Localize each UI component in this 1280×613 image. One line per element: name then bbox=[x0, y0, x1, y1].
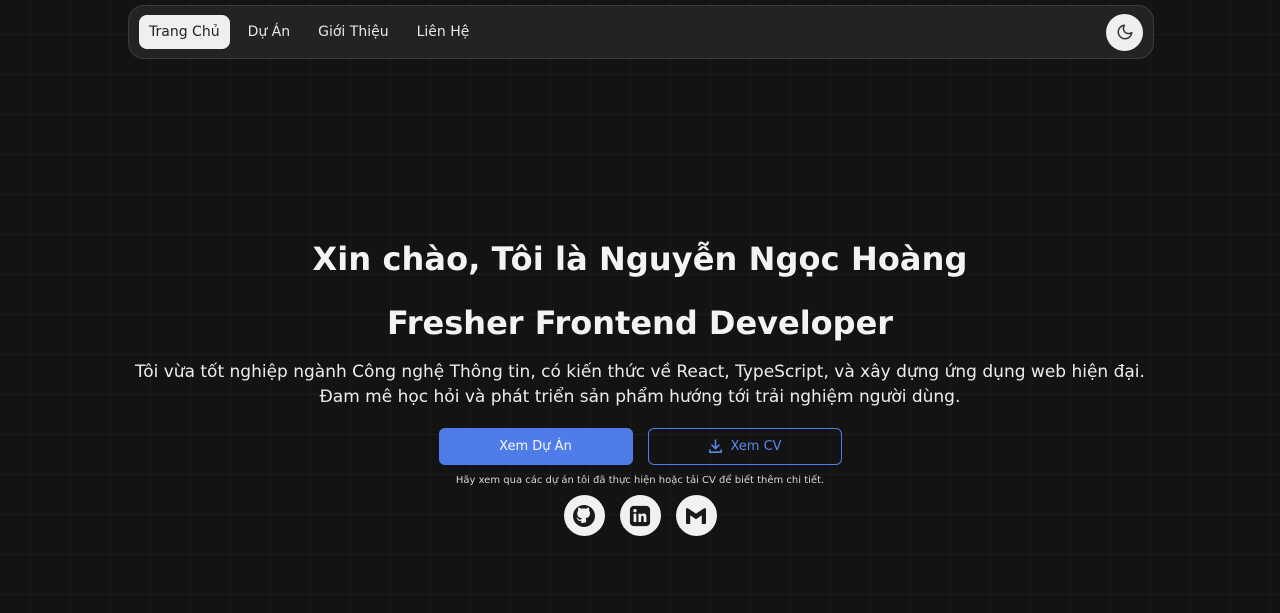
hero-role: Fresher Frontend Developer bbox=[386, 304, 894, 342]
github-icon bbox=[573, 504, 595, 527]
github-link[interactable] bbox=[563, 495, 605, 536]
nav-item-home[interactable]: Trang Chủ bbox=[139, 15, 230, 49]
gmail-icon bbox=[686, 507, 706, 524]
theme-toggle-button[interactable] bbox=[1106, 13, 1143, 51]
page: Trang Chủ Dự Án Giới Thiệu Liên Hệ Xin c… bbox=[0, 0, 1280, 613]
hero-description: Tôi vừa tốt nghiệp ngành Công nghệ Thông… bbox=[135, 362, 1145, 407]
navbar: Trang Chủ Dự Án Giới Thiệu Liên Hệ bbox=[128, 5, 1154, 59]
hero-section: Xin chào, Tôi là Nguyễn Ngọc Hoàng Fresh… bbox=[0, 230, 1280, 536]
nav-links: Trang Chủ Dự Án Giới Thiệu Liên Hệ bbox=[139, 15, 483, 49]
nav-item-projects[interactable]: Dự Án bbox=[238, 15, 301, 49]
linkedin-icon bbox=[629, 505, 651, 526]
hero-actions: Xem Dự Án Xem CV bbox=[0, 428, 1280, 465]
view-projects-button[interactable]: Xem Dự Án bbox=[438, 428, 633, 465]
view-projects-label: Xem Dự Án bbox=[499, 439, 572, 454]
gmail-link[interactable] bbox=[675, 495, 717, 536]
hero-greeting: Xin chào, Tôi là Nguyễn Ngọc Hoàng bbox=[312, 240, 968, 278]
view-cv-button[interactable]: Xem CV bbox=[647, 428, 842, 465]
linkedin-link[interactable] bbox=[619, 495, 661, 536]
nav-item-contact[interactable]: Liên Hệ bbox=[407, 15, 480, 49]
nav-item-about[interactable]: Giới Thiệu bbox=[308, 15, 398, 49]
moon-icon bbox=[1117, 24, 1132, 40]
view-cv-label: Xem CV bbox=[730, 439, 782, 454]
download-icon bbox=[709, 439, 723, 453]
hero-hint: Hãy xem qua các dự án tôi đã thực hiện h… bbox=[455, 475, 825, 486]
social-links bbox=[0, 495, 1280, 536]
